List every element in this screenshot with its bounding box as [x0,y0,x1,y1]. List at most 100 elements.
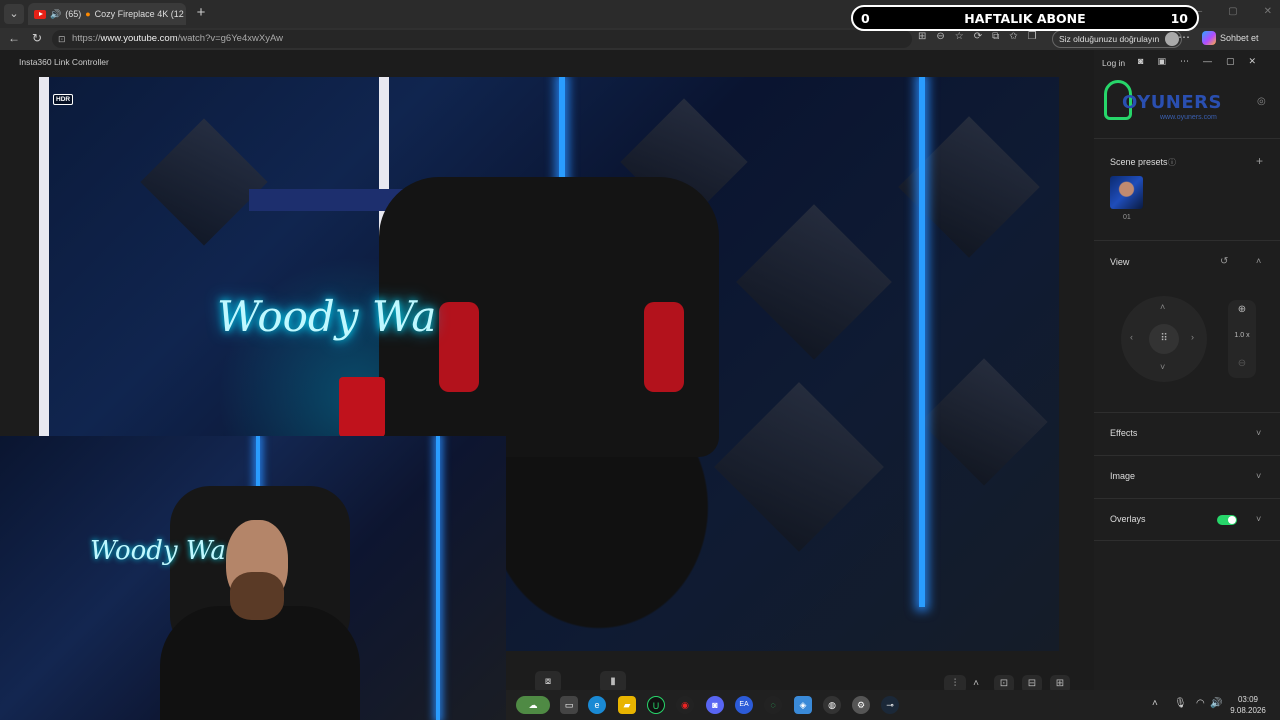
record-icon: ▮ [610,676,616,687]
center-grid-icon[interactable]: ⠿ [1149,324,1179,354]
acoustic-panel [920,358,1048,486]
system-clock[interactable]: 03:09 9.08.2026 [1220,694,1276,716]
blue-app-icon[interactable]: ◈ [794,696,812,714]
file-explorer-icon[interactable]: ▰ [618,696,636,714]
widgets-weather-icon[interactable]: ☁ [516,696,550,714]
pip-icon: ⊞ [1055,678,1065,689]
maximize-icon[interactable]: ▢ [1226,56,1235,67]
chevron-up-icon: ˄ [973,678,979,689]
settings-gear-icon[interactable]: ⚙ [852,696,870,714]
tab-actions-menu-icon[interactable]: ⌄ [4,4,24,24]
collapse-view-icon[interactable]: ˄ [1256,256,1261,266]
effects-section[interactable]: Effects [1110,428,1137,438]
browser-tab-youtube[interactable]: 🔊 (65) ● Cozy Fireplace 4K (12 ✕ [28,3,186,25]
url-host: www.youtube.com [100,33,178,44]
close-window-icon[interactable]: ✕ [1248,56,1256,67]
screenshot-icon: ⧇ [544,676,552,687]
refresh-icon[interactable]: ↻ [32,31,42,45]
audio-playing-icon[interactable]: 🔊 [50,9,61,20]
reset-view-icon[interactable]: ↺ [1220,256,1228,267]
pan-tilt-joystick[interactable]: ˄ ˅ ‹ › ⠿ [1121,296,1207,382]
overlays-toggle[interactable] [1217,515,1237,525]
ea-icon[interactable]: EA [735,696,753,714]
discord-icon[interactable]: ◙ [706,696,724,714]
login-link[interactable]: Log in [1102,58,1125,68]
close-window-icon[interactable]: ✕ [1264,6,1272,17]
maximize-icon[interactable]: ▢ [1228,6,1237,17]
zoom-icon[interactable]: ⊖ [936,31,944,42]
browser-toolbar-icons: ⊞ ⊖ ☆ ⟳ ⧉ ✩ ❐ [918,31,1037,42]
add-preset-button[interactable]: + [1256,154,1263,168]
wifi-icon[interactable]: ◠ [1196,698,1205,709]
extensions-icon[interactable]: ⟳ [974,31,982,42]
oyuners-logo: OYUNERS www.oyuners.com [1102,78,1242,126]
divider [1094,455,1280,456]
zoom-out-icon[interactable]: ⊖ [1228,358,1256,369]
tilt-up-icon[interactable]: ˄ [1160,302,1165,312]
edge-icon[interactable]: e [588,696,606,714]
red-app-icon[interactable]: ◉ [676,696,694,714]
steam-icon[interactable]: ⊸ [881,696,899,714]
split-screen-icon[interactable]: ⧉ [992,31,999,42]
site-info-icon[interactable]: ⊡ [58,30,66,48]
microphone-icon[interactable]: 🎙 [1174,698,1187,709]
minimize-icon[interactable]: — [1203,56,1212,67]
led-strip [919,77,925,607]
tilt-down-icon[interactable]: ˅ [1160,362,1165,372]
collections-icon[interactable]: ❐ [1028,31,1037,42]
scene-preset-thumbnail[interactable] [1110,176,1143,209]
apps-icon[interactable]: ⊞ [918,31,926,42]
image-section[interactable]: Image [1110,471,1135,481]
divider [1094,498,1280,499]
youtube-icon [34,9,46,19]
task-view-icon[interactable]: ▭ [560,696,578,714]
url-field[interactable]: ⊡ https://www.youtube.com/watch?v=g6Ye4x… [52,30,912,48]
favorite-star-icon[interactable]: ☆ [955,31,964,42]
goal-label: HAFTALIK ABONE [964,11,1086,26]
zoom-in-icon[interactable]: ⊕ [1228,304,1256,315]
more-options-icon[interactable]: ⋯ [1180,56,1189,67]
pan-right-icon[interactable]: › [1191,332,1194,342]
divider [1094,540,1280,541]
person-body [160,606,360,720]
obs-icon[interactable]: ◍ [823,696,841,714]
clock-date: 9.08.2026 [1230,706,1266,715]
logo-text: OYUNERS [1122,92,1222,113]
neon-sign: Woody Wa [90,536,226,566]
back-arrow-icon[interactable]: ← [8,31,20,45]
layout-icon: ⊟ [1027,678,1037,689]
acoustic-panel [140,118,268,246]
app-title: Insta360 Link Controller [19,57,109,67]
upwork-icon[interactable]: U [647,696,665,714]
microphone [339,377,385,437]
new-tab-button[interactable]: + [192,4,210,22]
url-prefix: https:// [72,33,101,44]
expand-effects-icon[interactable]: ˅ [1256,428,1261,438]
chair-accent [644,302,684,392]
green-app-icon[interactable]: ◌ [764,696,782,714]
more-options-icon[interactable]: ⋯ [1178,30,1190,44]
favorites-icon[interactable]: ✩ [1009,31,1017,42]
pan-left-icon[interactable]: ‹ [1130,332,1133,342]
settings-icon[interactable]: ◎ [1257,96,1266,107]
clock-time: 03:09 [1237,695,1259,704]
fire-icon: ● [85,9,91,19]
acoustic-panel [714,382,884,552]
profile-verify-button[interactable]: Siz olduğunuzu doğrulayın [1052,30,1183,48]
copilot-icon [1202,31,1216,45]
expand-image-icon[interactable]: ˅ [1256,471,1261,481]
copilot-button[interactable]: Sohbet et [1202,31,1259,45]
verify-text: Siz olduğunuzu doğrulayın [1059,34,1160,44]
tray-overflow-icon[interactable]: ˄ [1152,698,1158,709]
discord-icon[interactable]: ◙ [1138,56,1143,67]
copilot-label: Sohbet et [1220,33,1259,43]
picture-in-picture-icon[interactable]: ▣ [1157,56,1166,67]
overlays-section[interactable]: Overlays [1110,514,1146,524]
neon-sign: Woody Wa [217,292,437,341]
divider [1094,240,1280,241]
help-icon[interactable]: ⓘ [1168,157,1176,168]
sliders-icon: ⫶ [953,678,957,689]
divider [1094,412,1280,413]
logo-subtext: www.oyuners.com [1160,114,1217,121]
expand-overlays-icon[interactable]: ˅ [1256,514,1261,524]
